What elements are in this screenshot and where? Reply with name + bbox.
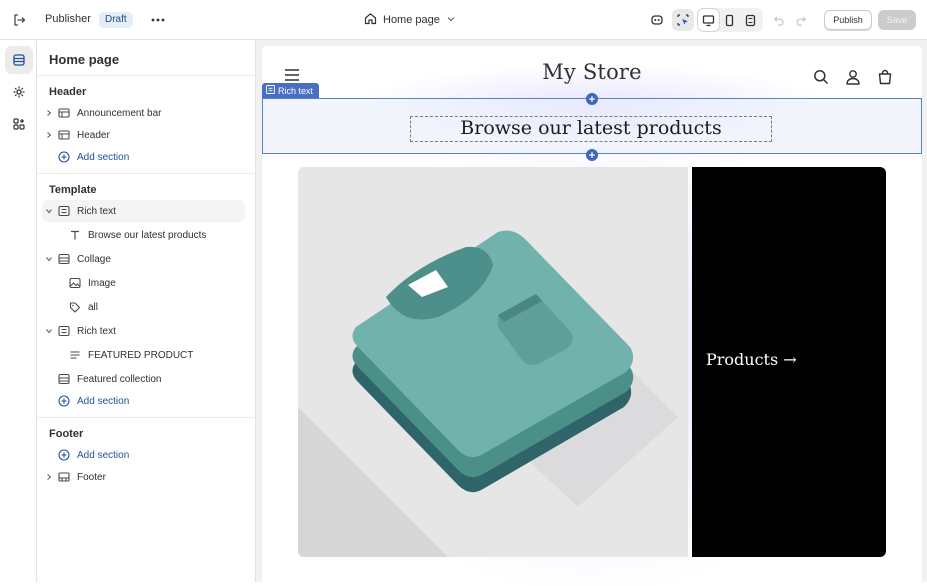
save-button[interactable]: Save bbox=[878, 10, 916, 30]
section-layout-icon bbox=[56, 127, 72, 143]
cart-icon[interactable] bbox=[874, 66, 896, 88]
block-row-heading[interactable]: Browse our latest products bbox=[53, 224, 245, 246]
text-icon bbox=[67, 227, 83, 243]
add-section-label: Add section bbox=[77, 395, 130, 407]
store-preview: My Store Rich text Browse our latest pro… bbox=[262, 46, 922, 586]
block-row-collection[interactable]: all bbox=[53, 296, 245, 318]
mobile-view-icon[interactable] bbox=[719, 9, 740, 31]
app-name: Publisher bbox=[45, 13, 91, 25]
block-label: Image bbox=[88, 277, 116, 289]
group-heading-header: Header bbox=[49, 86, 87, 98]
divider bbox=[37, 173, 255, 174]
rich-text-heading[interactable]: Browse our latest products bbox=[410, 115, 772, 141]
exit-icon[interactable] bbox=[8, 9, 30, 31]
section-layout-icon bbox=[56, 105, 72, 121]
collage-image-tshirts[interactable] bbox=[298, 167, 688, 557]
chevron-right-icon[interactable] bbox=[42, 473, 56, 481]
settings-gear-icon[interactable] bbox=[5, 78, 33, 106]
section-row-announcement-bar[interactable]: Announcement bar bbox=[42, 102, 245, 124]
plus-circle-icon bbox=[56, 149, 72, 165]
sections-icon[interactable] bbox=[5, 46, 33, 74]
page-selector[interactable]: Home page bbox=[364, 11, 456, 29]
sections-sidebar: Home page Header Announcement bar Header… bbox=[37, 40, 256, 582]
hamburger-menu-icon[interactable] bbox=[282, 65, 302, 85]
block-label: all bbox=[88, 301, 99, 313]
footer-layout-icon bbox=[56, 469, 72, 485]
image-icon bbox=[67, 275, 83, 291]
section-label: Announcement bar bbox=[77, 107, 162, 119]
add-section-button-footer[interactable]: Add section bbox=[42, 444, 245, 466]
plus-circle-icon bbox=[56, 393, 72, 409]
section-row-featured-collection[interactable]: Featured collection bbox=[42, 368, 245, 390]
store-name[interactable]: My Store bbox=[492, 60, 692, 84]
divider bbox=[37, 417, 255, 418]
section-row-collage[interactable]: Collage bbox=[42, 248, 245, 270]
publish-button[interactable]: Publish bbox=[824, 10, 872, 30]
section-label: Rich text bbox=[77, 205, 116, 217]
add-section-label: Add section bbox=[77, 151, 130, 163]
sidebar-title: Home page bbox=[49, 52, 120, 67]
section-row-rich-text[interactable]: Rich text bbox=[42, 320, 245, 342]
chevron-right-icon[interactable] bbox=[42, 131, 56, 139]
chevron-down-icon[interactable] bbox=[42, 255, 56, 263]
add-section-above-icon[interactable] bbox=[586, 93, 598, 105]
section-row-footer[interactable]: Footer bbox=[42, 466, 245, 488]
plus-circle-icon bbox=[56, 447, 72, 463]
section-label: Collage bbox=[77, 253, 111, 265]
status-badge: Draft bbox=[99, 12, 133, 28]
page-selector-label: Home page bbox=[383, 14, 440, 26]
more-actions-icon[interactable] bbox=[148, 10, 168, 30]
selected-section-tag: Rich text bbox=[262, 83, 320, 98]
block-row-image[interactable]: Image bbox=[53, 272, 245, 294]
collection-icon bbox=[56, 371, 72, 387]
apps-icon[interactable] bbox=[5, 110, 33, 138]
section-label: Featured collection bbox=[77, 373, 162, 385]
collage-icon bbox=[56, 251, 72, 267]
block-row-text[interactable]: FEATURED PRODUCT bbox=[53, 344, 245, 366]
desktop-view-icon[interactable] bbox=[698, 9, 719, 31]
undo-icon[interactable] bbox=[768, 9, 790, 31]
chevron-right-icon[interactable] bbox=[42, 109, 56, 117]
viewport-toggle-group bbox=[697, 8, 763, 32]
add-section-label: Add section bbox=[77, 449, 130, 461]
rich-text-icon bbox=[56, 203, 72, 219]
ai-sidekick-icon[interactable] bbox=[646, 9, 668, 31]
collage-collection-card[interactable]: Products → bbox=[692, 167, 886, 557]
add-section-button-template[interactable]: Add section bbox=[42, 390, 245, 412]
search-icon[interactable] bbox=[810, 66, 832, 88]
section-label: Rich text bbox=[77, 325, 116, 337]
group-heading-footer: Footer bbox=[49, 428, 84, 440]
account-icon[interactable] bbox=[842, 66, 864, 88]
preview-area: My Store Rich text Browse our latest pro… bbox=[256, 40, 927, 586]
block-label: FEATURED PRODUCT bbox=[88, 349, 194, 361]
tag-icon bbox=[67, 299, 83, 315]
add-section-below-icon[interactable] bbox=[586, 149, 598, 161]
add-section-button-header[interactable]: Add section bbox=[42, 146, 245, 168]
section-row-rich-text[interactable]: Rich text bbox=[42, 200, 245, 222]
redo-icon[interactable] bbox=[790, 9, 812, 31]
section-label: Header bbox=[77, 129, 110, 141]
text-lines-icon bbox=[67, 347, 83, 363]
rich-text-icon bbox=[56, 323, 72, 339]
rich-text-icon bbox=[266, 85, 275, 96]
full-width-view-icon[interactable] bbox=[740, 9, 761, 31]
block-label: Browse our latest products bbox=[88, 229, 207, 241]
divider bbox=[37, 75, 255, 76]
section-row-header[interactable]: Header bbox=[42, 124, 245, 146]
chevron-down-icon bbox=[446, 14, 456, 27]
collection-card-title[interactable]: Products → bbox=[706, 350, 797, 369]
folded-tshirts-illustration bbox=[298, 230, 678, 557]
group-heading-template: Template bbox=[49, 184, 97, 196]
icon-rail bbox=[0, 40, 37, 582]
chevron-down-icon[interactable] bbox=[42, 327, 56, 335]
chevron-down-icon[interactable] bbox=[42, 207, 56, 215]
section-label: Footer bbox=[77, 471, 106, 483]
top-bar: Publisher Draft Home page Publish Save bbox=[0, 0, 927, 40]
home-icon bbox=[364, 12, 377, 28]
selected-section-label: Rich text bbox=[278, 85, 314, 96]
inspector-select-icon[interactable] bbox=[672, 9, 694, 31]
